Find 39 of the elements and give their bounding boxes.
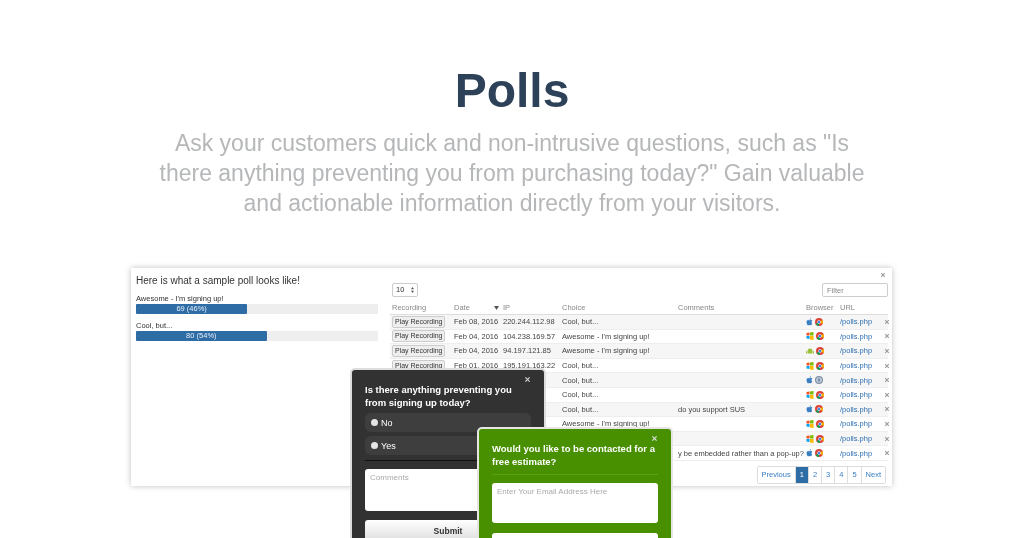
email-field[interactable]: Enter Your Email Address Here — [492, 483, 658, 523]
delete-icon[interactable] — [884, 435, 890, 442]
chrome-icon — [816, 434, 824, 443]
chrome-icon — [815, 405, 823, 414]
delete-icon[interactable] — [884, 333, 890, 340]
delete-icon[interactable] — [884, 318, 890, 325]
chrome-icon — [815, 449, 823, 458]
compass-icon — [815, 376, 823, 385]
radio-button[interactable] — [371, 419, 378, 426]
delete-icon[interactable] — [884, 348, 890, 354]
delete-icon[interactable] — [884, 391, 890, 398]
android-icon — [806, 347, 814, 355]
apple-icon — [806, 317, 813, 326]
delete-icon[interactable] — [884, 450, 890, 457]
chrome-icon — [816, 390, 824, 399]
page-subtitle: Ask your customers quick and non-intrusive questions, such as "Is there anything preventing you from purchasing today?" Gain valuable and actionable information directly from your visitors. — [158, 129, 866, 218]
popup-question: Is there anything preventing you from signing up today? — [365, 383, 513, 409]
chrome-icon — [816, 361, 824, 370]
delete-icon[interactable] — [884, 362, 890, 369]
delete-icon[interactable] — [884, 377, 890, 384]
page-title: Polls — [454, 63, 570, 119]
windows-icon — [806, 332, 814, 341]
chrome-icon — [816, 347, 824, 355]
option-row[interactable]: No — [365, 413, 531, 432]
windows-icon — [806, 419, 814, 428]
apple-icon — [806, 405, 813, 414]
close-icon[interactable] — [524, 376, 531, 383]
updown-icon — [411, 287, 414, 293]
apple-icon — [806, 449, 813, 458]
delete-icon[interactable] — [884, 406, 890, 413]
apple-icon — [806, 376, 813, 385]
delete-icon[interactable] — [884, 420, 890, 427]
sort-icon[interactable] — [494, 305, 499, 310]
chrome-icon — [816, 332, 824, 341]
radio-button[interactable] — [371, 442, 378, 449]
windows-icon — [806, 390, 814, 399]
windows-icon — [806, 361, 814, 370]
poll-title: Here is what a sample poll looks like! — [136, 275, 301, 287]
windows-icon — [806, 434, 814, 443]
